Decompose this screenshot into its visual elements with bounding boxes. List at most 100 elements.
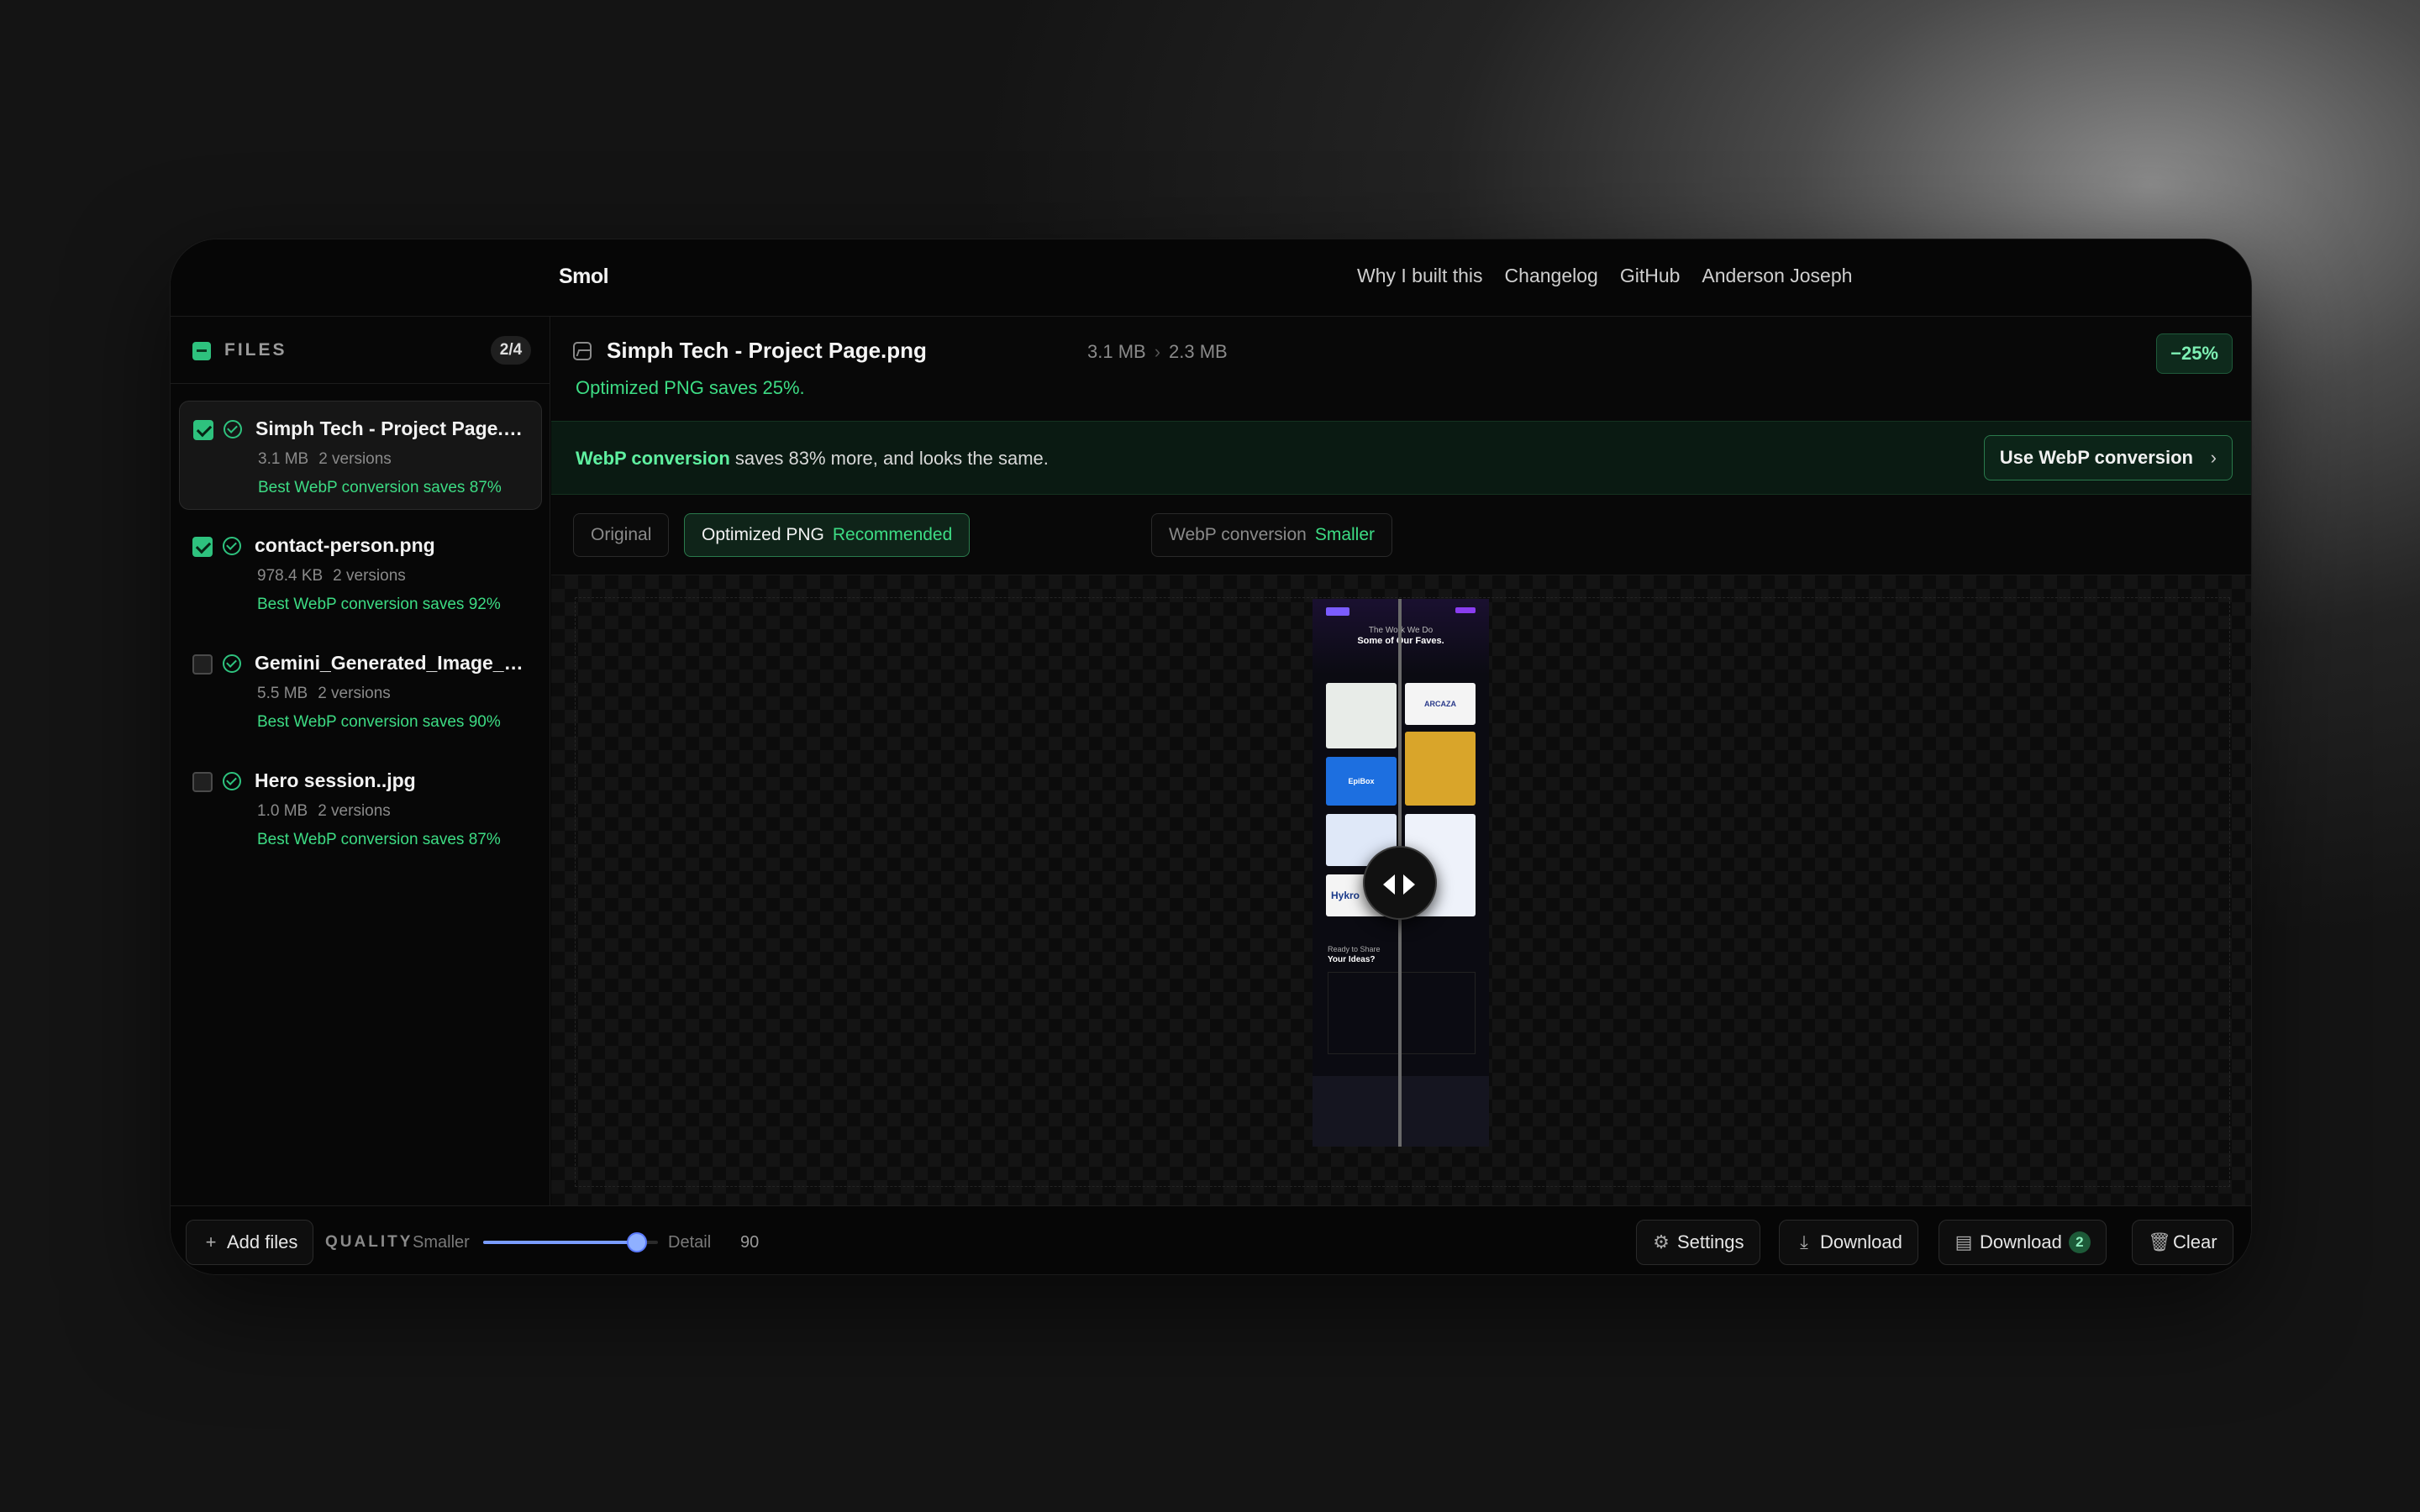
gear-icon: ⚙: [1653, 1231, 1670, 1252]
tab-webp[interactable]: WebP conversion Smaller: [1151, 513, 1393, 557]
current-file-name: Simph Tech - Project Page.png: [607, 338, 927, 363]
preview-cta-2: Your Ideas?: [1328, 955, 1376, 964]
file-item[interactable]: Gemini_Generated_Image_cxg... 5.5 MB 2 ve…: [179, 636, 542, 745]
chevron-right-icon: ›: [2210, 447, 2217, 468]
preview-logo: [1326, 607, 1349, 616]
webp-promo-banner: WebP conversion saves 83% more, and look…: [551, 421, 2251, 495]
promo-highlight: WebP conversion: [576, 448, 730, 469]
download-all-label: Download: [1980, 1231, 2062, 1252]
download-button[interactable]: ⤓ Download: [1779, 1220, 1918, 1265]
top-nav: Smol Why I built this Changelog GitHub A…: [171, 239, 2251, 317]
file-name: contact-person.png: [255, 534, 435, 556]
quality-smaller-label: Smaller: [413, 1233, 470, 1252]
tab-label: Optimized PNG: [702, 525, 824, 544]
file-versions: 2 versions: [318, 450, 392, 468]
preview-card: ARCAZA: [1405, 683, 1476, 725]
file-item[interactable]: Hero session..jpg 1.0 MB 2 versions Best …: [179, 753, 542, 863]
file-checkbox[interactable]: [192, 772, 213, 792]
quality-value: 90: [740, 1233, 760, 1252]
download-all-button[interactable]: ▤ Download 2: [1939, 1220, 2107, 1265]
add-files-button[interactable]: + Add files: [186, 1220, 314, 1265]
image-preview-area: The Work We Do Some of Our Faves. ARCAZA…: [551, 575, 2251, 1205]
savings-text: Optimized PNG saves 25%.: [576, 377, 805, 398]
file-meta: 5.5 MB 2 versions: [257, 685, 391, 703]
file-checkbox[interactable]: [192, 537, 213, 557]
size-comparison: 3.1 MB › 2.3 MB: [1087, 341, 1228, 363]
file-savings: Best WebP conversion saves 87%: [257, 831, 501, 848]
preview-card: [1405, 732, 1476, 806]
files-header: FILES 2/4: [171, 317, 550, 384]
app-brand[interactable]: Smol: [559, 265, 609, 289]
compare-slider-handle[interactable]: [1363, 846, 1437, 920]
download-count-badge: 2: [2068, 1231, 2091, 1253]
chevron-right-icon: ›: [1154, 341, 1161, 362]
tab-label: Original: [591, 525, 652, 544]
files-label: FILES: [224, 340, 287, 360]
settings-label: Settings: [1677, 1231, 1744, 1252]
quality-detail-label: Detail: [668, 1233, 712, 1252]
check-circle-icon: [223, 654, 241, 673]
file-versions: 2 versions: [333, 567, 406, 585]
preview-form: [1328, 972, 1476, 1054]
file-name: Simph Tech - Project Page.png: [255, 417, 533, 439]
image-icon: [573, 342, 592, 360]
clear-button[interactable]: 🗑Clear: [2132, 1220, 2233, 1265]
file-versions: 2 versions: [318, 685, 391, 702]
tab-original[interactable]: Original: [573, 513, 670, 557]
slider-thumb[interactable]: [627, 1232, 648, 1252]
file-meta: 1.0 MB 2 versions: [257, 802, 391, 821]
file-meta: 3.1 MB 2 versions: [258, 450, 392, 469]
check-circle-icon: [223, 772, 241, 790]
file-size: 5.5 MB: [257, 685, 308, 702]
app-window: Smol Why I built this Changelog GitHub A…: [170, 239, 2252, 1275]
check-circle-icon: [223, 537, 241, 555]
file-checkbox[interactable]: [193, 420, 213, 440]
nav-link-why[interactable]: Why I built this: [1357, 265, 1483, 287]
file-savings: Best WebP conversion saves 87%: [258, 479, 502, 496]
tab-optimized-png[interactable]: Optimized PNG Recommended: [684, 513, 971, 557]
nav-links: Why I built this Changelog GitHub Anders…: [1357, 265, 1852, 287]
nav-link-github[interactable]: GitHub: [1620, 265, 1681, 287]
nav-link-changelog[interactable]: Changelog: [1505, 265, 1598, 287]
promo-body: saves 83% more, and looks the same.: [729, 448, 1049, 469]
plus-icon: +: [205, 1231, 217, 1252]
download-label: Download: [1820, 1231, 1902, 1252]
file-savings: Best WebP conversion saves 92%: [257, 596, 501, 613]
original-size: 3.1 MB: [1087, 341, 1146, 362]
nav-link-author[interactable]: Anderson Joseph: [1702, 265, 1852, 287]
main-panel: Simph Tech - Project Page.png 3.1 MB › 2.3…: [551, 317, 2251, 1205]
file-savings: Best WebP conversion saves 90%: [257, 713, 501, 731]
files-sidebar: FILES 2/4 Simph Tech - Project Page.png …: [171, 317, 550, 1205]
file-size: 978.4 KB: [257, 567, 324, 585]
slider-fill: [483, 1241, 638, 1244]
use-webp-label: Use WebP conversion: [1999, 447, 2193, 468]
file-name: Hero session..jpg: [255, 769, 416, 791]
preview-card: [1326, 683, 1397, 748]
file-name: Gemini_Generated_Image_cxg...: [255, 652, 532, 674]
settings-button[interactable]: ⚙ Settings: [1636, 1220, 1760, 1265]
file-size: 1.0 MB: [257, 802, 308, 820]
file-checkbox[interactable]: [192, 654, 213, 675]
file-meta: 978.4 KB 2 versions: [257, 567, 406, 585]
file-size: 3.1 MB: [258, 450, 309, 468]
preview-nav-cta: [1455, 607, 1476, 613]
quality-label: QUALITY: [325, 1233, 413, 1251]
version-tabs: Original Optimized PNG Recommended WebP c…: [551, 495, 2251, 575]
reduction-badge: −25%: [2156, 333, 2233, 374]
promo-text: WebP conversion saves 83% more, and look…: [576, 448, 1049, 470]
clear-label: Clear: [2173, 1231, 2217, 1252]
add-files-label: Add files: [227, 1231, 298, 1252]
file-item[interactable]: contact-person.png 978.4 KB 2 versions Be…: [179, 518, 542, 627]
select-all-checkbox[interactable]: [192, 342, 211, 360]
bottom-toolbar: + Add files QUALITY Smaller Detail 90 ⚙ Se…: [171, 1205, 2251, 1274]
archive-icon: ▤: [1954, 1231, 1973, 1252]
quality-slider[interactable]: [483, 1232, 658, 1252]
tab-tag: Smaller: [1314, 525, 1376, 544]
optimized-size: 2.3 MB: [1169, 341, 1228, 362]
check-circle-icon: [224, 420, 242, 438]
download-icon: ⤓: [1800, 1231, 1808, 1252]
file-item[interactable]: Simph Tech - Project Page.png 3.1 MB 2 ve…: [179, 401, 542, 510]
preview-cta-1: Ready to Share: [1328, 945, 1381, 953]
file-versions: 2 versions: [318, 802, 391, 820]
use-webp-button[interactable]: Use WebP conversion ›: [1983, 435, 2233, 480]
